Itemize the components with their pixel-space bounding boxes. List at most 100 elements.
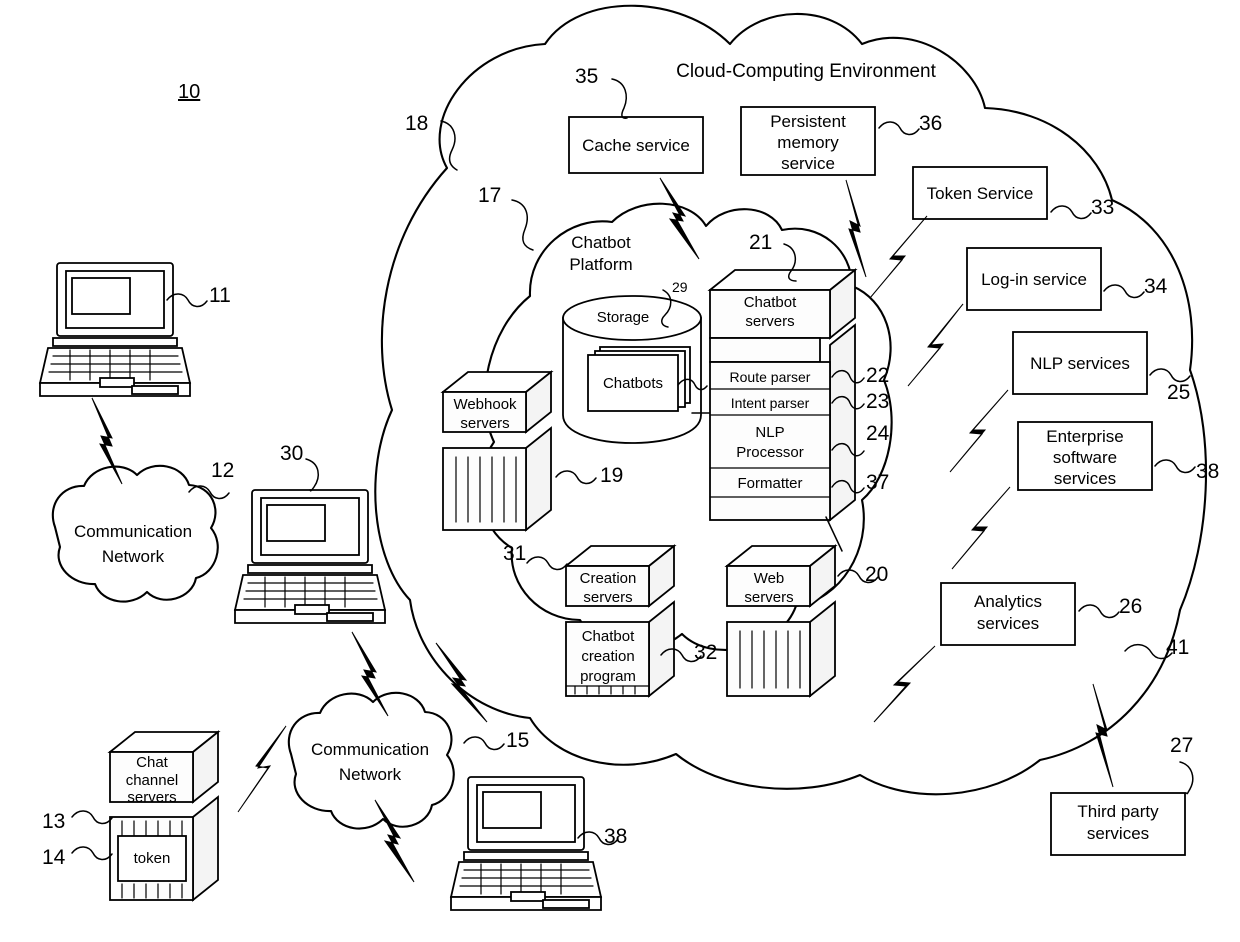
numeral-38-enterprise: 38	[1196, 460, 1219, 483]
token-service-label: Token Service	[927, 184, 1034, 203]
nlp-processor-line2: Processor	[736, 444, 804, 461]
thirdparty-line2: services	[1087, 824, 1149, 843]
inner-cloud-title-line2: Platform	[569, 255, 632, 274]
leader-26	[1078, 604, 1120, 619]
webhook-servers-line1: Webhook	[453, 396, 517, 413]
numeral-37: 37	[866, 471, 889, 494]
leader-31	[526, 556, 568, 571]
web-servers-line2: servers	[744, 589, 793, 606]
web-servers-line1: Web	[754, 570, 785, 587]
numeral-33: 33	[1091, 196, 1114, 219]
bolt-network15-to-platform	[435, 642, 488, 723]
storage-label: Storage	[597, 309, 650, 326]
laptop-11	[38, 262, 192, 397]
numeral-24: 24	[866, 422, 890, 445]
chatbot-servers-line2: servers	[745, 313, 794, 330]
chatbots-label: Chatbots	[603, 375, 663, 392]
leader-36	[878, 121, 920, 136]
enterprise-line3: services	[1054, 469, 1116, 488]
chat-channel-line1: Chat	[136, 754, 169, 771]
thirdparty-line1: Third party	[1077, 802, 1159, 821]
leader-19	[555, 470, 597, 485]
numeral-13: 13	[42, 810, 65, 833]
numeral-14: 14	[42, 846, 66, 869]
numeral-11: 11	[209, 284, 231, 307]
numeral-19: 19	[600, 464, 623, 487]
intent-parser-label: Intent parser	[731, 395, 810, 411]
comm-network-12-line2: Network	[102, 547, 165, 566]
numeral-35: 35	[575, 65, 598, 88]
persistent-memory-line2: memory	[777, 133, 839, 152]
numeral-30: 30	[280, 442, 303, 465]
numeral-41: 41	[1166, 636, 1189, 659]
enterprise-line2: software	[1053, 448, 1117, 467]
leader-25	[1149, 368, 1191, 383]
comm-network-15-line1: Communication	[311, 740, 429, 759]
login-service-label: Log-in service	[981, 270, 1087, 289]
persistent-memory-line3: service	[781, 154, 835, 173]
bolt-network15-to-cloud	[374, 799, 415, 883]
leader-12	[188, 485, 230, 500]
bolt-laptop30-to-network15	[351, 631, 389, 717]
webhook-servers-line2: servers	[460, 415, 509, 432]
chat-channel-line3: servers	[127, 789, 176, 806]
numeral-34: 34	[1144, 275, 1168, 298]
numeral-29: 29	[672, 279, 688, 295]
numeral-27: 27	[1170, 734, 1193, 757]
chatbot-servers-line1: Chatbot	[744, 294, 797, 311]
leader-38-enterprise	[1154, 459, 1196, 474]
leader-34	[1103, 284, 1145, 299]
webhook-servers-rack	[442, 426, 552, 532]
outer-cloud-title: Cloud-Computing Environment	[676, 61, 937, 82]
leader-35	[611, 78, 628, 119]
token-label: token	[134, 850, 171, 867]
comm-network-15-outline	[287, 691, 455, 830]
patent-figure: 18 Cloud-Computing Environment 10 17 Cha…	[0, 0, 1240, 942]
bolt-login-to-platform	[907, 303, 964, 387]
creation-servers-line1: Creation	[580, 570, 637, 587]
chatbot-creation-line3: program	[580, 668, 636, 685]
nlp-services-label: NLP services	[1030, 354, 1130, 373]
leader-33	[1050, 205, 1092, 220]
chat-channel-line2: channel	[126, 772, 179, 789]
laptop-30	[233, 489, 387, 624]
numeral-36: 36	[919, 112, 942, 135]
bolt-token-to-platform	[869, 215, 928, 299]
numeral-22: 22	[866, 364, 889, 387]
laptop-38	[449, 776, 603, 911]
figure-canvas: 18 Cloud-Computing Environment 10 17 Cha…	[38, 4, 1219, 911]
leader-17	[511, 199, 534, 251]
bolt-thirdparty-to-cloud	[1092, 683, 1114, 788]
inner-cloud-title-line1: Chatbot	[571, 233, 631, 252]
chatbot-creation-line1: Chatbot	[582, 628, 635, 645]
bolt-cache-to-platform	[659, 177, 700, 260]
leader-15	[463, 736, 505, 751]
numeral-26: 26	[1119, 595, 1142, 618]
numeral-38-laptop: 38	[604, 825, 627, 848]
leader-13	[71, 810, 113, 825]
numeral-31: 31	[503, 542, 526, 565]
bolt-persistent-to-chatbotservers	[845, 179, 867, 278]
leader-14	[71, 846, 113, 861]
analytics-line2: services	[977, 614, 1039, 633]
numeral-17: 17	[478, 184, 501, 207]
numeral-23: 23	[866, 390, 889, 413]
bolt-nlp-to-platform	[949, 389, 1009, 473]
numeral-20: 20	[865, 563, 888, 586]
leader-27	[1179, 761, 1194, 795]
figure-number: 10	[178, 81, 200, 103]
bolt-chatchannel-to-network15	[237, 725, 287, 813]
numeral-25: 25	[1167, 381, 1190, 404]
bolt-analytics-to-platform	[873, 645, 936, 723]
bolt-enterprise-to-platform	[951, 486, 1011, 570]
enterprise-line1: Enterprise	[1046, 427, 1123, 446]
chatbot-servers-pedestal	[709, 337, 821, 363]
numeral-18: 18	[405, 112, 428, 135]
formatter-label: Formatter	[737, 475, 802, 492]
token-unit	[109, 795, 219, 902]
cache-service-label: Cache service	[582, 136, 690, 155]
leader-30	[305, 458, 319, 492]
analytics-line1: Analytics	[974, 592, 1042, 611]
creation-servers-line2: servers	[583, 589, 632, 606]
numeral-12: 12	[211, 459, 234, 482]
